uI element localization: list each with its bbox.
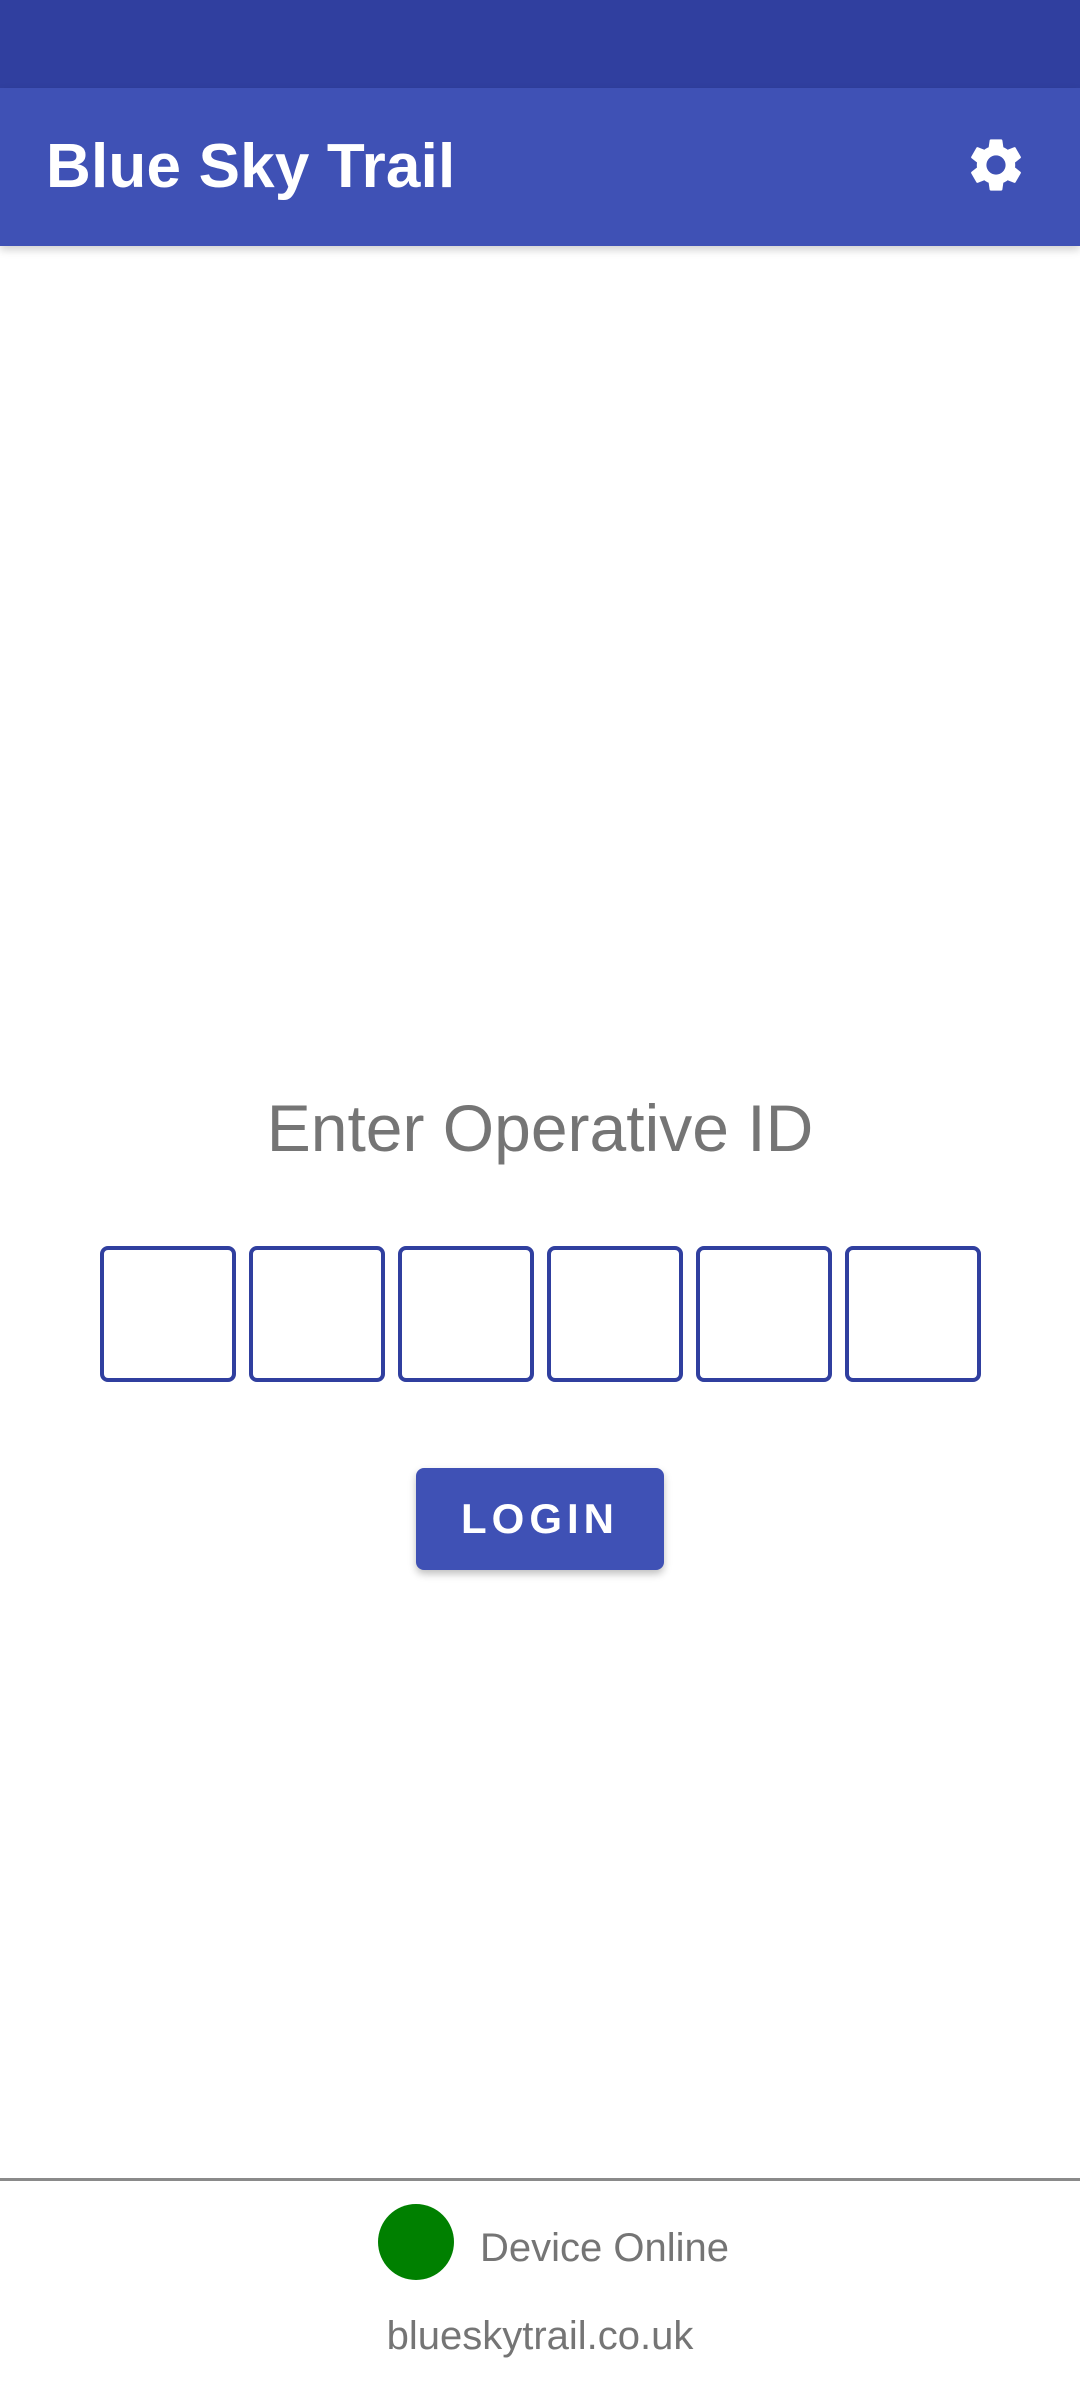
footer-website: blueskytrail.co.uk xyxy=(386,2314,694,2358)
pin-digit-input-4[interactable] xyxy=(551,1250,679,1378)
online-status-dot-icon xyxy=(378,2204,454,2280)
pin-digit-input-1[interactable] xyxy=(104,1250,232,1378)
pin-digit-box-5[interactable] xyxy=(696,1246,832,1382)
operative-id-prompt: Enter Operative ID xyxy=(266,1091,814,1165)
device-status: Device Online xyxy=(0,2204,1080,2280)
pin-digit-box-3[interactable] xyxy=(398,1246,534,1382)
login-button[interactable]: LOGIN xyxy=(416,1468,664,1570)
system-status-bar xyxy=(0,0,1080,88)
pin-digit-input-2[interactable] xyxy=(253,1250,381,1378)
app-title: Blue Sky Trail xyxy=(46,132,456,201)
pin-digit-box-6[interactable] xyxy=(845,1246,981,1382)
pin-digit-input-5[interactable] xyxy=(700,1250,828,1378)
app-bar: Blue Sky Trail xyxy=(0,88,1080,246)
pin-digit-box-1[interactable] xyxy=(100,1246,236,1382)
pin-digit-input-3[interactable] xyxy=(402,1250,530,1378)
pin-digit-box-2[interactable] xyxy=(249,1246,385,1382)
gear-icon xyxy=(964,133,1028,202)
device-status-text: Device Online xyxy=(480,2226,730,2270)
footer-divider xyxy=(0,2178,1080,2181)
pin-digit-box-4[interactable] xyxy=(547,1246,683,1382)
pin-digit-input-6[interactable] xyxy=(849,1250,977,1378)
settings-button[interactable] xyxy=(958,129,1034,205)
operative-id-input-group xyxy=(100,1246,981,1382)
